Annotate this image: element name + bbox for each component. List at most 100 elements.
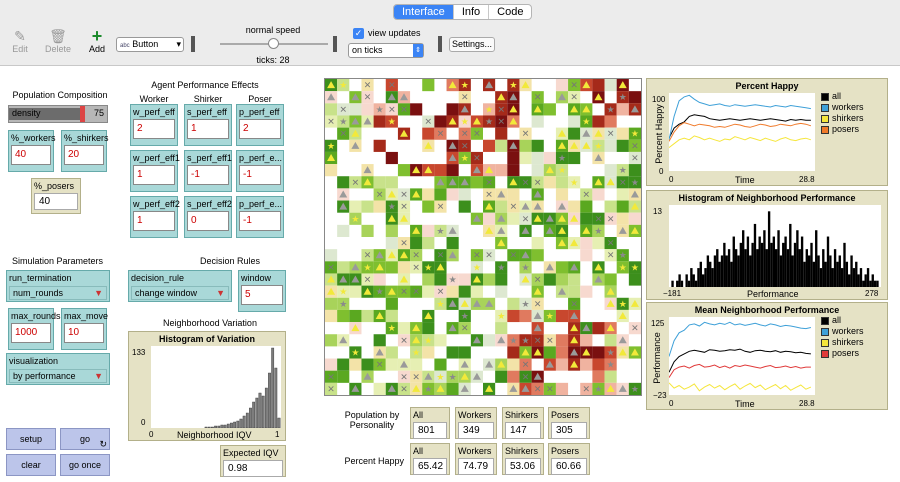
settings-button[interactable]: Settings... [449, 37, 495, 52]
col-poser: Poser [248, 94, 272, 104]
effect-field[interactable]: 1 [133, 211, 175, 231]
tab-code[interactable]: Code [489, 5, 531, 19]
run-termination-select[interactable]: num_rounds ▼ [9, 286, 107, 300]
mean-performance-y-min: −23 [653, 391, 667, 400]
edit-button[interactable]: ✎ Edit [8, 28, 32, 54]
add-button[interactable]: + Add [86, 27, 108, 54]
percent-happy-x-max: 28.8 [799, 175, 815, 184]
workers-field[interactable]: 40 [11, 145, 51, 165]
clear-button[interactable]: clear [6, 454, 56, 476]
hist-bar [739, 242, 743, 287]
patch [519, 309, 532, 323]
effect-field[interactable]: -1 [187, 165, 229, 185]
decision-rule-select[interactable]: change window ▼ [131, 286, 229, 300]
patch [373, 139, 386, 152]
density-slider-knob[interactable] [79, 106, 85, 122]
effect-input[interactable]: w_perf_eff 2 [130, 104, 178, 146]
variation-bar [252, 401, 256, 429]
variation-bars [204, 347, 281, 429]
go-once-button[interactable]: go once [60, 454, 110, 476]
shirkers-input[interactable]: %_shirkers 20 [61, 130, 109, 172]
effect-field[interactable]: 1 [133, 165, 175, 185]
effect-input[interactable]: w_perf_eff1 1 [130, 150, 180, 192]
stat-monitor: Shirkers 53.06 [502, 443, 544, 475]
update-mode-select[interactable]: on ticks ⇕ [348, 43, 424, 58]
stat-label: Shirkers [505, 410, 539, 420]
max-rounds-input[interactable]: max_rounds 1000 [8, 308, 61, 350]
button-widget-icon: abc [120, 43, 130, 49]
patch [325, 164, 338, 177]
posers-field[interactable]: 40 [34, 193, 78, 210]
shirker-agent: ✕ [400, 385, 408, 395]
stat-value: 53.06 [505, 458, 541, 475]
shirker-agent: ✕ [522, 373, 530, 383]
shirker-agent: ✕ [473, 251, 481, 261]
shirker-agent: ✕ [485, 178, 493, 188]
effect-input[interactable]: s_perf_eff1 -1 [184, 150, 232, 192]
shirker-agent: ✕ [352, 178, 360, 188]
max-move-field[interactable]: 10 [64, 323, 104, 343]
hist-bar [831, 268, 834, 287]
effect-input[interactable]: w_perf_eff2 1 [130, 196, 180, 238]
patch [483, 139, 496, 152]
speed-slider-knob[interactable] [268, 38, 279, 49]
window-field[interactable]: 5 [241, 285, 283, 305]
patch [458, 188, 471, 201]
effect-input[interactable]: p_perf_e... -1 [236, 150, 284, 192]
effect-field[interactable]: 1 [187, 119, 229, 139]
effect-input[interactable]: p_perf_eff 2 [236, 104, 284, 146]
effect-input[interactable]: s_perf_eff2 0 [184, 196, 232, 238]
delete-button[interactable]: 🗑 Delete [44, 28, 72, 54]
patch [580, 249, 593, 262]
shirker-agent: ✕ [461, 142, 469, 152]
patch [349, 309, 362, 323]
shirker-agent: ✕ [473, 130, 481, 140]
patch [616, 127, 629, 140]
patch [446, 285, 459, 298]
poser-agent: ★ [339, 81, 347, 91]
posers-input[interactable]: %_posers 40 [31, 178, 81, 214]
tab-info[interactable]: Info [454, 5, 490, 19]
patch [422, 273, 435, 286]
poser-agent: ★ [436, 300, 444, 310]
hist-bar [824, 261, 827, 287]
hist-bar [862, 280, 865, 287]
effect-field[interactable]: 2 [133, 119, 175, 139]
poser-agent: ★ [546, 312, 554, 322]
run-termination-chooser[interactable]: run_termination num_rounds ▼ [6, 270, 110, 302]
performance-hist-bars [671, 211, 879, 287]
effect-field[interactable]: 0 [187, 211, 229, 231]
max-rounds-field[interactable]: 1000 [11, 323, 51, 343]
effect-field[interactable]: -1 [239, 211, 281, 231]
density-slider[interactable]: density 75 [8, 105, 108, 123]
patch [434, 164, 447, 177]
patch [397, 322, 411, 335]
decision-rule-chooser[interactable]: decision_rule change window ▼ [128, 270, 232, 302]
visualization-select[interactable]: by performance ▼ [9, 369, 107, 383]
effect-field[interactable]: -1 [239, 165, 281, 185]
max-move-input[interactable]: max_move 10 [61, 308, 108, 350]
workers-input[interactable]: %_workers 40 [8, 130, 56, 172]
widget-type-select[interactable]: abc Button ▾ [116, 37, 184, 52]
window-input[interactable]: window 5 [238, 270, 286, 312]
shirker-agent: ✕ [607, 215, 615, 225]
percent-happy-label: Percent Happy [344, 456, 404, 466]
effect-field[interactable]: 2 [239, 119, 281, 139]
patch [385, 297, 398, 310]
shirker-agent: ✕ [534, 276, 542, 286]
effect-input[interactable]: p_perf_e... -1 [236, 196, 284, 238]
visualization-chooser[interactable]: visualization by performance ▼ [6, 353, 110, 385]
poser-agent: ★ [376, 288, 384, 298]
stat-value: 74.79 [458, 458, 494, 475]
hist-bar [836, 261, 839, 287]
world-view[interactable]: ★ ✕ ✕ ★ ★ ✕ ✕ ✕ ✕ ✕ ★ ✕ ★ ✕ ✕ ★ ✕ ★ ✕ ★ ★ ✕ ★ ★ ✕ ★ ✕ ✕ ✕ ✕ ✕ ✕ ★ ★ ✕ ★ ✕ ★ ✕ ★… [324, 78, 642, 396]
effect-input[interactable]: s_perf_eff 1 [184, 104, 232, 146]
hist-bar [770, 242, 773, 287]
hist-bar [676, 280, 679, 287]
shirkers-field[interactable]: 20 [64, 145, 104, 165]
patch [470, 176, 483, 189]
tab-interface[interactable]: Interface [394, 5, 454, 19]
setup-button[interactable]: setup [6, 428, 56, 450]
go-button[interactable]: go ↻ [60, 428, 110, 450]
view-updates-checkbox[interactable]: ✓ [353, 28, 364, 39]
